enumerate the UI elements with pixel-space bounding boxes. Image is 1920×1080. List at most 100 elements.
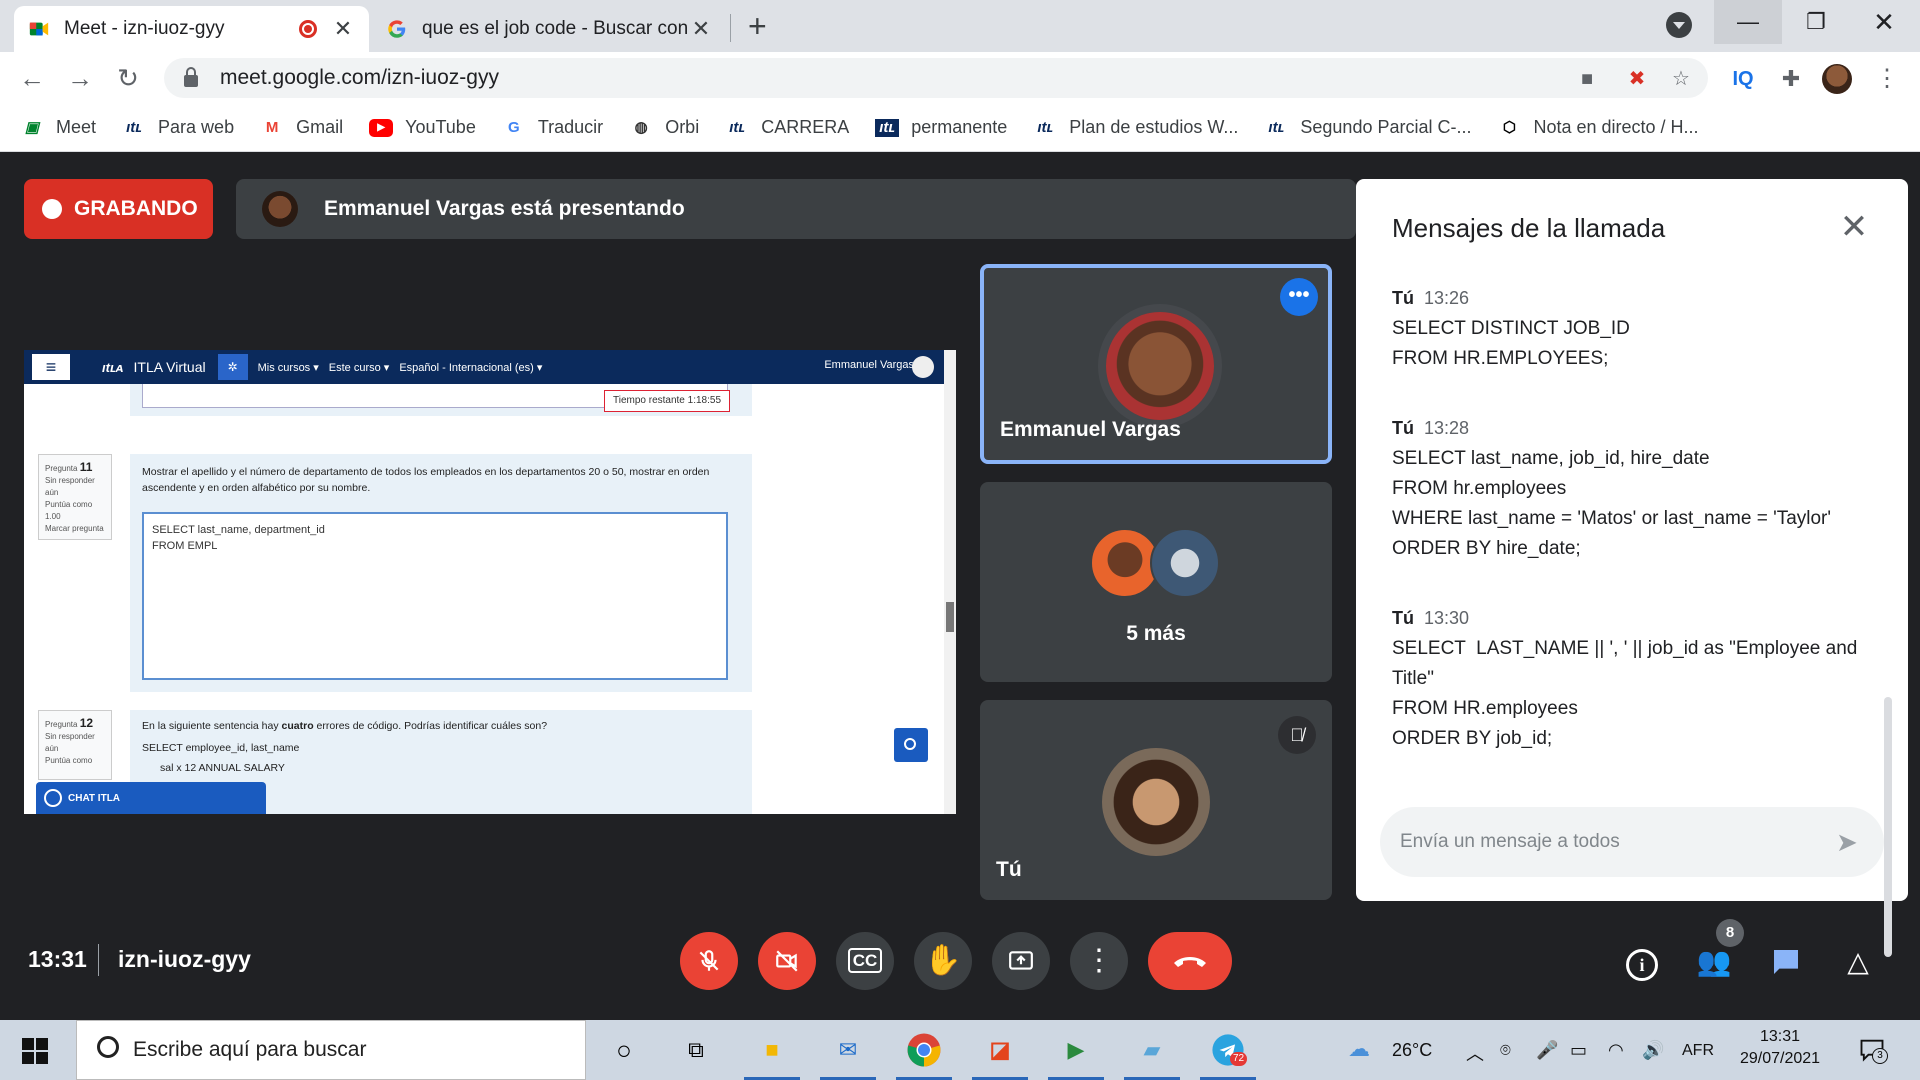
restore-window-icon[interactable]: ❐ xyxy=(1782,0,1850,44)
captions-button[interactable]: CC xyxy=(836,932,894,990)
tile-others[interactable]: 5 más xyxy=(980,482,1332,682)
language-indicator[interactable]: AFR xyxy=(1682,1042,1714,1060)
forward-arrow-icon[interactable]: → xyxy=(62,60,98,96)
tile-emmanuel-vargas[interactable]: ••• Emmanuel Vargas xyxy=(980,264,1332,464)
windows-start-icon[interactable] xyxy=(22,1038,48,1064)
cortana-icon[interactable]: ○ xyxy=(604,1030,644,1070)
notes-app-icon[interactable]: ▰ xyxy=(1124,1030,1180,1080)
chat-scrollbar[interactable] xyxy=(1884,515,1892,957)
participant-avatar xyxy=(1150,528,1220,598)
webcam-icon[interactable]: ⌾ xyxy=(1500,1040,1511,1061)
minimize-window-icon[interactable]: — xyxy=(1714,0,1782,44)
blocked-popup-icon[interactable]: ✖ xyxy=(1626,68,1648,90)
send-icon[interactable]: ➤ xyxy=(1836,827,1866,857)
weather-temp[interactable]: 26°C xyxy=(1392,1040,1432,1061)
codepen-icon: ⬡ xyxy=(1502,118,1517,136)
close-tab-icon[interactable]: ✕ xyxy=(689,16,713,42)
bookmark-orbi[interactable]: ◍ Orbi xyxy=(629,117,700,138)
meeting-details-button[interactable]: i xyxy=(1620,940,1664,984)
chat-button[interactable] xyxy=(1764,940,1808,984)
profile-avatar[interactable] xyxy=(1822,64,1852,94)
leave-call-button[interactable] xyxy=(1148,932,1232,990)
file-explorer-icon[interactable]: ■ xyxy=(744,1030,800,1080)
bookmark-nota-en-directo[interactable]: ⬡ Nota en directo / H... xyxy=(1497,117,1699,138)
closed-captions-icon: CC xyxy=(847,948,883,973)
participants-count-badge: 8 xyxy=(1716,919,1744,947)
presenting-banner: Emmanuel Vargas está presentando xyxy=(236,179,1356,239)
participant-avatar xyxy=(1102,748,1210,856)
recording-badge[interactable]: GRABANDO xyxy=(24,179,213,239)
search-icon xyxy=(97,1036,119,1058)
mail-icon[interactable]: ✉ xyxy=(820,1030,876,1080)
address-bar[interactable]: meet.google.com/izn-iuoz-gyy ■ ✖ ☆ xyxy=(164,58,1708,98)
activities-button[interactable]: △ xyxy=(1836,940,1880,984)
itla-icon: ıtʟ xyxy=(729,118,746,136)
question-11-text: Mostrar el apellido y el número de depar… xyxy=(142,466,710,494)
notification-count: 3 xyxy=(1872,1048,1888,1064)
chrome-menu-icon[interactable]: ⋮ xyxy=(1874,66,1900,92)
tray-chevron-icon[interactable]: ︿ xyxy=(1466,1040,1484,1066)
bookmark-meet[interactable]: ▣ Meet xyxy=(20,117,96,138)
itla-icon: ıtʟ xyxy=(126,118,142,136)
bookmark-traducir[interactable]: G Traducir xyxy=(502,117,603,138)
microphone-icon[interactable]: 🎤 xyxy=(1536,1040,1558,1061)
url-text[interactable]: meet.google.com/izn-iuoz-gyy xyxy=(220,66,499,90)
tab-separator xyxy=(730,14,731,42)
volume-icon[interactable]: 🔊 xyxy=(1642,1040,1664,1061)
more-options-icon[interactable]: ••• xyxy=(1280,278,1318,316)
itla-icon: ıtʟ xyxy=(875,118,900,137)
itla-user-name: Emmanuel Vargas xyxy=(824,359,914,371)
iq-extension-icon[interactable]: IQ xyxy=(1730,66,1756,92)
back-arrow-icon[interactable]: ← xyxy=(14,60,50,96)
chat-panel: Mensajes de la llamada ✕ Tú 13:26 SELECT … xyxy=(1356,179,1908,957)
telegram-icon[interactable]: 72 xyxy=(1200,1030,1256,1080)
hamburger-menu-icon: ≡ xyxy=(32,354,70,380)
present-screen-icon xyxy=(1009,951,1033,970)
weather-icon[interactable]: ☁ xyxy=(1348,1036,1370,1062)
more-vert-icon: ⋮ xyxy=(1084,944,1114,977)
notification-center-icon[interactable]: 3 xyxy=(1858,1036,1888,1064)
more-options-button[interactable]: ⋮ xyxy=(1070,932,1128,990)
chrome-icon[interactable] xyxy=(896,1030,952,1080)
participant-name: Tú xyxy=(996,858,1022,881)
bookmark-star-icon[interactable]: ☆ xyxy=(1670,68,1692,90)
tab-meet[interactable]: Meet - izn-iuoz-gyy ✕ xyxy=(14,6,369,52)
battery-icon[interactable]: ▭ xyxy=(1570,1040,1587,1061)
office-icon[interactable]: ◪ xyxy=(972,1030,1028,1080)
bookmark-segundo-parcial[interactable]: ıtʟ Segundo Parcial C-... xyxy=(1264,117,1471,138)
itla-nav-item: Español - Internacional (es) ▾ xyxy=(399,361,543,374)
taskbar-clock[interactable]: 13:31 29/07/2021 xyxy=(1720,1026,1840,1070)
task-view-icon[interactable]: ⧉ xyxy=(676,1030,716,1070)
meeting-code: izn-iuoz-gyy xyxy=(118,946,251,972)
tab-search-dropdown-icon[interactable] xyxy=(1666,12,1692,38)
new-tab-icon[interactable]: + xyxy=(748,8,767,45)
present-screen-button[interactable] xyxy=(992,932,1050,990)
bookmark-youtube[interactable]: ▶ YouTube xyxy=(369,117,476,138)
mic-off-button[interactable] xyxy=(680,932,738,990)
meeting-clock: 13:31 xyxy=(28,946,87,972)
tab-google-search[interactable]: que es el job code - Buscar con Google ✕ xyxy=(372,6,727,52)
question-12-code: sal x 12 ANNUAL SALARY xyxy=(160,762,285,774)
extensions-puzzle-icon[interactable]: ✚ xyxy=(1778,66,1804,92)
reload-icon[interactable]: ↻ xyxy=(110,60,146,96)
camera-off-button[interactable] xyxy=(758,932,816,990)
activities-shapes-icon: △ xyxy=(1847,946,1869,977)
camera-icon[interactable]: ■ xyxy=(1576,68,1598,90)
video-editor-icon[interactable]: ▶ xyxy=(1048,1030,1104,1080)
bookmark-permanente[interactable]: ıtʟ permanente xyxy=(875,117,1007,138)
taskbar-search[interactable]: Escribe aquí para buscar xyxy=(76,1020,586,1080)
bookmark-gmail[interactable]: M Gmail xyxy=(260,117,343,138)
bookmark-para-web[interactable]: ıtʟ Para web xyxy=(122,117,234,138)
chat-message-input[interactable] xyxy=(1400,831,1800,853)
close-window-icon[interactable]: ✕ xyxy=(1850,0,1918,44)
close-icon[interactable]: ✕ xyxy=(1834,207,1874,247)
bookmark-carrera[interactable]: ıtʟ CARRERA xyxy=(725,117,849,138)
wifi-icon[interactable]: ◠ xyxy=(1608,1040,1624,1061)
more-participants-label: 5 más xyxy=(1126,622,1186,645)
tile-self[interactable]: 🎙̸ Tú xyxy=(980,700,1332,900)
itla-chat-bar: CHAT ITLA xyxy=(36,782,266,814)
lock-icon[interactable] xyxy=(184,67,198,87)
close-tab-icon[interactable]: ✕ xyxy=(331,16,355,42)
bookmark-plan-estudios[interactable]: ıtʟ Plan de estudios W... xyxy=(1033,117,1238,138)
raise-hand-button[interactable]: ✋ xyxy=(914,932,972,990)
